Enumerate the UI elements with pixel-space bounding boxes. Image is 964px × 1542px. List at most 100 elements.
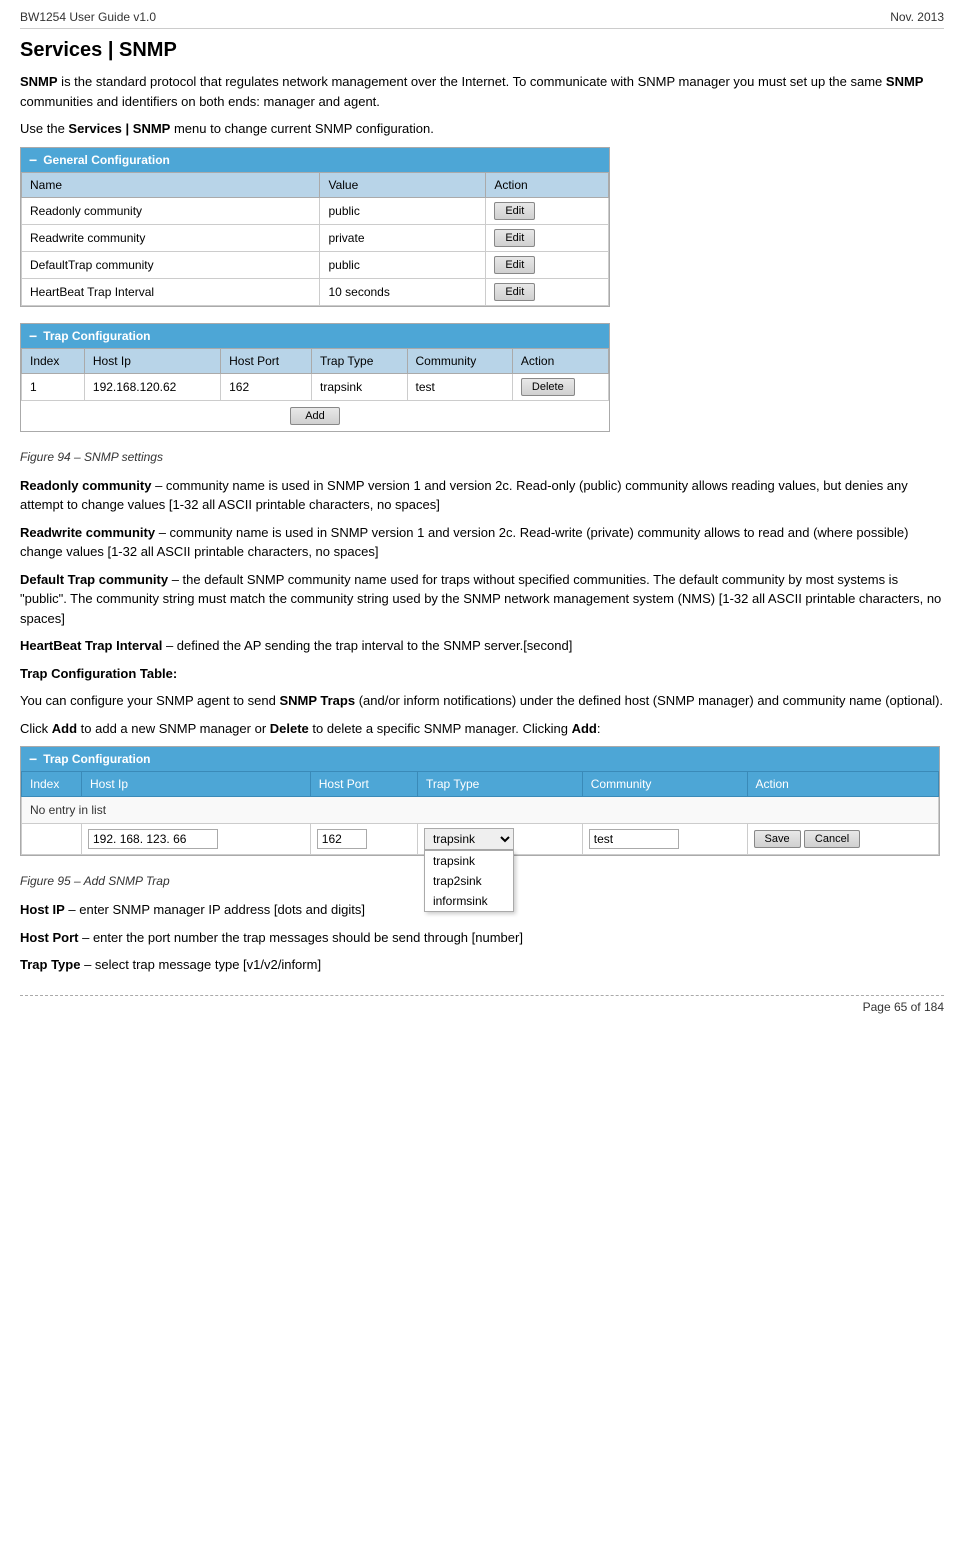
input-host-ip-cell [82, 824, 311, 855]
add-button-small[interactable]: Add [290, 407, 340, 425]
dropdown-item-informsink[interactable]: informsink [425, 891, 513, 911]
col-action-l: Action [747, 772, 939, 797]
no-entry-row: No entry in list [22, 797, 939, 824]
cancel-button[interactable]: Cancel [804, 830, 860, 848]
col-name: Name [22, 172, 320, 197]
footer-text: Page 65 of 184 [863, 1000, 944, 1014]
desc-trap-type: Trap Type – select trap message type [v1… [20, 955, 944, 975]
trap-config-small-box: Trap Configuration Index Host Ip Host Po… [20, 323, 610, 432]
col-index-l: Index [22, 772, 82, 797]
dropdown-item-trap2sink[interactable]: trap2sink [425, 871, 513, 891]
general-config-table: Name Value Action Readonly community pub… [21, 172, 609, 306]
table-row: Readwrite community private Edit [22, 224, 609, 251]
general-config-header-row: Name Value Action [22, 172, 609, 197]
click-add2-bold: Add [572, 721, 597, 736]
cell-name: DefaultTrap community [22, 251, 320, 278]
trap-config-large-header-row: Index Host Ip Host Port Trap Type Commun… [22, 772, 939, 797]
cell-name: HeartBeat Trap Interval [22, 278, 320, 305]
dropdown-item-trapsink[interactable]: trapsink [425, 851, 513, 871]
term-trap-type: Trap Type [20, 957, 80, 972]
click-delete-bold: Delete [270, 721, 309, 736]
term-host-port: Host Port [20, 930, 79, 945]
term-default-trap: Default Trap community [20, 572, 168, 587]
term-heartbeat: HeartBeat Trap Interval [20, 638, 162, 653]
cell-value: private [320, 224, 486, 251]
table-row: 1 192.168.120.62 162 trapsink test Delet… [22, 373, 609, 400]
col-action: Action [512, 348, 608, 373]
col-trap-type-l: Trap Type [417, 772, 582, 797]
cell-host-ip: 192.168.120.62 [84, 373, 220, 400]
input-index-cell [22, 824, 82, 855]
page-title: Services | SNMP [20, 39, 944, 62]
host-ip-input[interactable] [88, 829, 218, 849]
services-snmp-bold: Services | SNMP [68, 121, 170, 136]
col-community: Community [407, 348, 512, 373]
cell-value: public [320, 251, 486, 278]
col-action: Action [486, 172, 609, 197]
edit-button[interactable]: Edit [494, 256, 535, 274]
desc-readonly: Readonly community – community name is u… [20, 476, 944, 515]
desc-trap-config-detail: You can configure your SNMP agent to sen… [20, 691, 944, 711]
trap-type-select[interactable]: trapsink trap2sink informsink [424, 828, 514, 850]
cell-value: public [320, 197, 486, 224]
edit-button[interactable]: Edit [494, 283, 535, 301]
col-community-l: Community [582, 772, 747, 797]
cell-community: test [407, 373, 512, 400]
col-host-port-l: Host Port [310, 772, 417, 797]
host-port-input[interactable] [317, 829, 367, 849]
col-index: Index [22, 348, 85, 373]
figure94-caption: Figure 94 – SNMP settings [20, 448, 944, 466]
input-host-port-cell [310, 824, 417, 855]
cell-action: Delete [512, 373, 608, 400]
footer-bar: Page 65 of 184 [20, 995, 944, 1014]
cell-index: 1 [22, 373, 85, 400]
dropdown-menu: trapsink trap2sink informsink [424, 850, 514, 912]
cell-action: Edit [486, 224, 609, 251]
cell-action: Edit [486, 251, 609, 278]
cell-name: Readwrite community [22, 224, 320, 251]
intro-p1: SNMP is the standard protocol that regul… [20, 72, 944, 111]
trap-config-large-table: Index Host Ip Host Port Trap Type Commun… [21, 771, 939, 855]
intro-p2: Use the Services | SNMP menu to change c… [20, 119, 944, 139]
edit-button[interactable]: Edit [494, 202, 535, 220]
trap-config-large-title: Trap Configuration [21, 747, 939, 771]
cell-name: Readonly community [22, 197, 320, 224]
add-input-row: trapsink trap2sink informsink trapsink t… [22, 824, 939, 855]
cell-value: 10 seconds [320, 278, 486, 305]
cell-trap-type: trapsink [312, 373, 407, 400]
term-trap-table: Trap Configuration Table: [20, 666, 177, 681]
cell-action: Edit [486, 197, 609, 224]
trap-config-small-title: Trap Configuration [21, 324, 609, 348]
community-input[interactable] [589, 829, 679, 849]
col-host-port: Host Port [221, 348, 312, 373]
input-community-cell [582, 824, 747, 855]
input-action-cell: Save Cancel [747, 824, 939, 855]
save-button[interactable]: Save [754, 830, 801, 848]
edit-button[interactable]: Edit [494, 229, 535, 247]
col-value: Value [320, 172, 486, 197]
no-entry-text: No entry in list [22, 797, 939, 824]
col-host-ip-l: Host Ip [82, 772, 311, 797]
trap-type-dropdown[interactable]: trapsink trap2sink informsink trapsink t… [424, 828, 514, 850]
cell-host-port: 162 [221, 373, 312, 400]
header-bar: BW1254 User Guide v1.0 Nov. 2013 [20, 10, 944, 29]
input-trap-type-cell: trapsink trap2sink informsink trapsink t… [417, 824, 582, 855]
table-row: DefaultTrap community public Edit [22, 251, 609, 278]
desc-click-add: Click Add to add a new SNMP manager or D… [20, 719, 944, 739]
desc-heartbeat: HeartBeat Trap Interval – defined the AP… [20, 636, 944, 656]
desc-default-trap: Default Trap community – the default SNM… [20, 570, 944, 629]
header-left: BW1254 User Guide v1.0 [20, 10, 156, 24]
general-config-title: General Configuration [21, 148, 609, 172]
delete-button[interactable]: Delete [521, 378, 575, 396]
cell-action: Edit [486, 278, 609, 305]
desc-readwrite: Readwrite community – community name is … [20, 523, 944, 562]
table-row: HeartBeat Trap Interval 10 seconds Edit [22, 278, 609, 305]
trap-config-small-table: Index Host Ip Host Port Trap Type Commun… [21, 348, 609, 431]
table-row: Readonly community public Edit [22, 197, 609, 224]
snmp-bold-1: SNMP [20, 74, 58, 89]
term-host-ip: Host IP [20, 902, 65, 917]
col-host-ip: Host Ip [84, 348, 220, 373]
trap-config-small-header-row: Index Host Ip Host Port Trap Type Commun… [22, 348, 609, 373]
snmp-traps-bold: SNMP Traps [279, 693, 355, 708]
desc-trap-table: Trap Configuration Table: [20, 664, 944, 684]
